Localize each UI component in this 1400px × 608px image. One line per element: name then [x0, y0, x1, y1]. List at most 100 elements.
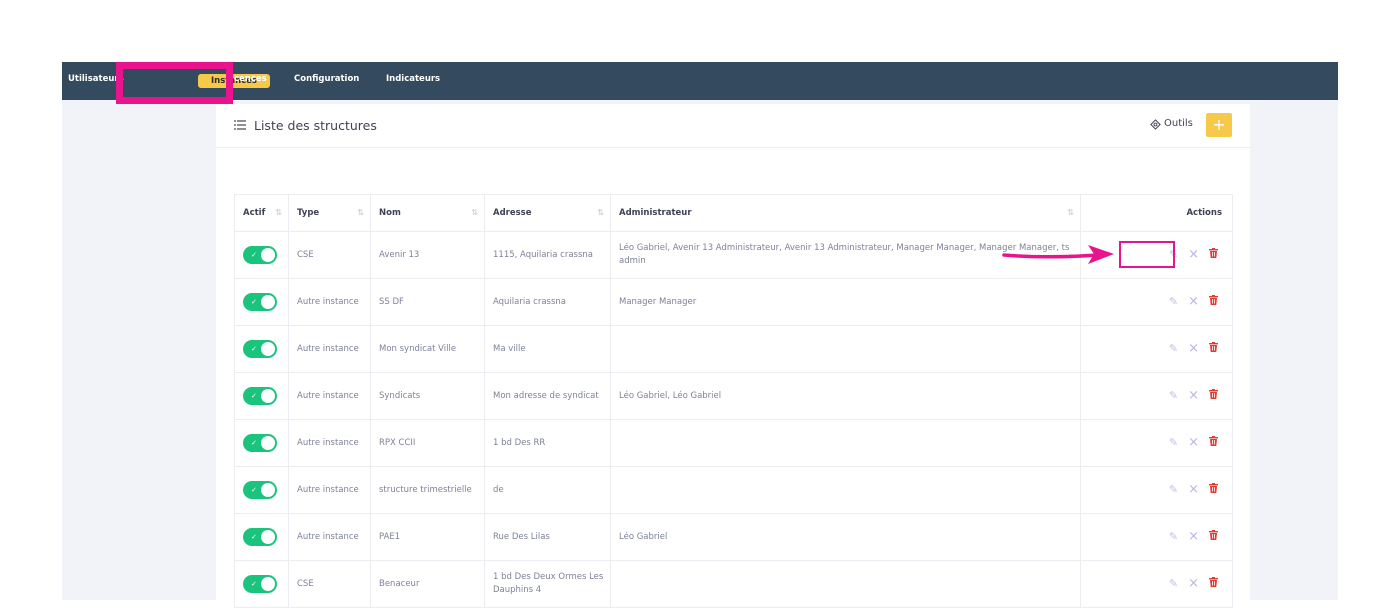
table-row: ✓ Autre instance Syndicats Mon adresse de s… — [234, 372, 1233, 420]
page-title: Liste des structures — [254, 118, 377, 133]
check-icon: ✓ — [251, 345, 257, 353]
trash-icon[interactable] — [1209, 529, 1218, 543]
table-header-row: Actif ⇅ Type ⇅ Nom ⇅ Adresse ⇅ Administrateu… — [234, 194, 1233, 232]
active-toggle[interactable]: ✓ — [243, 246, 277, 264]
close-icon[interactable]: × — [1188, 436, 1199, 449]
adresse-cell: de — [484, 466, 611, 514]
column-header-actif[interactable]: Actif ⇅ — [234, 194, 289, 232]
edit-icon[interactable]: ✎ — [1169, 436, 1178, 449]
close-icon[interactable]: × — [1188, 248, 1199, 261]
table-row: ✓ Autre instance RPX CCII 1 bd Des RR ✎ × — [234, 419, 1233, 467]
sort-icon[interactable]: ⇅ — [471, 208, 478, 217]
table-row: ✓ Autre instance SS DF Aquilaria crassna Man… — [234, 278, 1233, 326]
actif-cell: ✓ — [234, 372, 289, 420]
active-toggle[interactable]: ✓ — [243, 528, 277, 546]
actions-cell: ✎ × — [1080, 513, 1233, 561]
table-body: ✓ CSE Avenir 13 1115, Aquilaria crassna Léo … — [234, 231, 1233, 608]
annotation-arrow-icon — [1002, 245, 1114, 264]
column-header-administrateur[interactable]: Administrateur ⇅ — [610, 194, 1081, 232]
edit-icon[interactable]: ✎ — [1169, 342, 1178, 355]
edit-icon[interactable]: ✎ — [1169, 483, 1178, 496]
actif-cell: ✓ — [234, 419, 289, 467]
tools-icon[interactable] — [1150, 119, 1161, 130]
close-icon[interactable]: × — [1188, 530, 1199, 543]
edit-icon[interactable]: ✎ — [1169, 577, 1178, 590]
check-icon: ✓ — [251, 580, 257, 588]
sort-icon[interactable]: ⇅ — [1067, 208, 1074, 217]
actif-cell: ✓ — [234, 325, 289, 373]
close-icon[interactable]: × — [1188, 389, 1199, 402]
table-row: ✓ CSE Benaceur 1 bd Des Deux Ormes Les Daup… — [234, 560, 1233, 608]
nav-item-indicateurs[interactable]: Indicateurs — [386, 62, 440, 100]
trash-icon[interactable] — [1209, 388, 1218, 402]
actions-cell: ✎ × — [1080, 372, 1233, 420]
close-icon[interactable]: × — [1188, 295, 1199, 308]
type-cell: Autre instance — [288, 419, 371, 467]
tools-button[interactable]: Outils — [1164, 118, 1193, 129]
actions-cell: ✎ × — [1080, 560, 1233, 608]
close-icon[interactable]: × — [1188, 577, 1199, 590]
sort-icon[interactable]: ⇅ — [275, 208, 282, 217]
nom-cell: SS DF — [370, 278, 485, 326]
card-header: Liste des structures Outils + — [216, 104, 1250, 148]
column-header-adresse[interactable]: Adresse ⇅ — [484, 194, 611, 232]
edit-icon[interactable]: ✎ — [1169, 530, 1178, 543]
toggle-knob — [261, 436, 275, 450]
active-toggle[interactable]: ✓ — [243, 387, 277, 405]
list-icon — [234, 120, 246, 130]
sort-icon[interactable]: ⇅ — [357, 208, 364, 217]
toggle-knob — [261, 342, 275, 356]
active-toggle[interactable]: ✓ — [243, 575, 277, 593]
toggle-knob — [261, 483, 275, 497]
nom-cell: structure trimestrielle — [370, 466, 485, 514]
nom-cell: Mon syndicat Ville — [370, 325, 485, 373]
close-icon[interactable]: × — [1188, 342, 1199, 355]
table-row: ✓ Autre instance Mon syndicat Ville Ma vill… — [234, 325, 1233, 373]
edit-icon[interactable]: ✎ — [1169, 295, 1178, 308]
nav-item-configuration[interactable]: Configuration — [294, 62, 359, 100]
type-cell: CSE — [288, 231, 371, 279]
trash-icon[interactable] — [1209, 247, 1218, 261]
actif-cell: ✓ — [234, 560, 289, 608]
nav-item-licences[interactable]: cences — [234, 62, 267, 100]
adresse-cell: Ma ville — [484, 325, 611, 373]
type-cell: Autre instance — [288, 372, 371, 420]
actions-cell: ✎ × — [1080, 419, 1233, 467]
close-icon[interactable]: × — [1188, 483, 1199, 496]
column-header-type[interactable]: Type ⇅ — [288, 194, 371, 232]
nom-cell: Syndicats — [370, 372, 485, 420]
add-button[interactable]: + — [1206, 113, 1232, 137]
nom-cell: Benaceur — [370, 560, 485, 608]
active-toggle[interactable]: ✓ — [243, 481, 277, 499]
active-toggle[interactable]: ✓ — [243, 340, 277, 358]
edit-icon[interactable]: ✎ — [1169, 389, 1178, 402]
toggle-knob — [261, 530, 275, 544]
administrateur-cell: Léo Gabriel — [610, 513, 1081, 561]
nom-cell: RPX CCII — [370, 419, 485, 467]
actif-cell: ✓ — [234, 466, 289, 514]
trash-icon[interactable] — [1209, 576, 1218, 590]
annotation-highlight-edit — [1119, 241, 1175, 268]
actions-cell: ✎ × — [1080, 278, 1233, 326]
adresse-cell: Mon adresse de syndicat — [484, 372, 611, 420]
active-toggle[interactable]: ✓ — [243, 293, 277, 311]
column-header-actions: Actions — [1080, 194, 1233, 232]
trash-icon[interactable] — [1209, 435, 1218, 449]
type-cell: CSE — [288, 560, 371, 608]
type-cell: Autre instance — [288, 278, 371, 326]
trash-icon[interactable] — [1209, 341, 1218, 355]
active-toggle[interactable]: ✓ — [243, 434, 277, 452]
check-icon: ✓ — [251, 392, 257, 400]
sort-icon[interactable]: ⇅ — [597, 208, 604, 217]
adresse-cell: Aquilaria crassna — [484, 278, 611, 326]
check-icon: ✓ — [251, 486, 257, 494]
adresse-cell: 1 bd Des Deux Ormes Les Dauphins 4 — [484, 560, 611, 608]
actif-cell: ✓ — [234, 278, 289, 326]
administrateur-cell: Léo Gabriel, Léo Gabriel — [610, 372, 1081, 420]
column-header-nom[interactable]: Nom ⇅ — [370, 194, 485, 232]
trash-icon[interactable] — [1209, 482, 1218, 496]
toggle-knob — [261, 295, 275, 309]
administrateur-cell — [610, 466, 1081, 514]
trash-icon[interactable] — [1209, 294, 1218, 308]
administrateur-cell — [610, 560, 1081, 608]
